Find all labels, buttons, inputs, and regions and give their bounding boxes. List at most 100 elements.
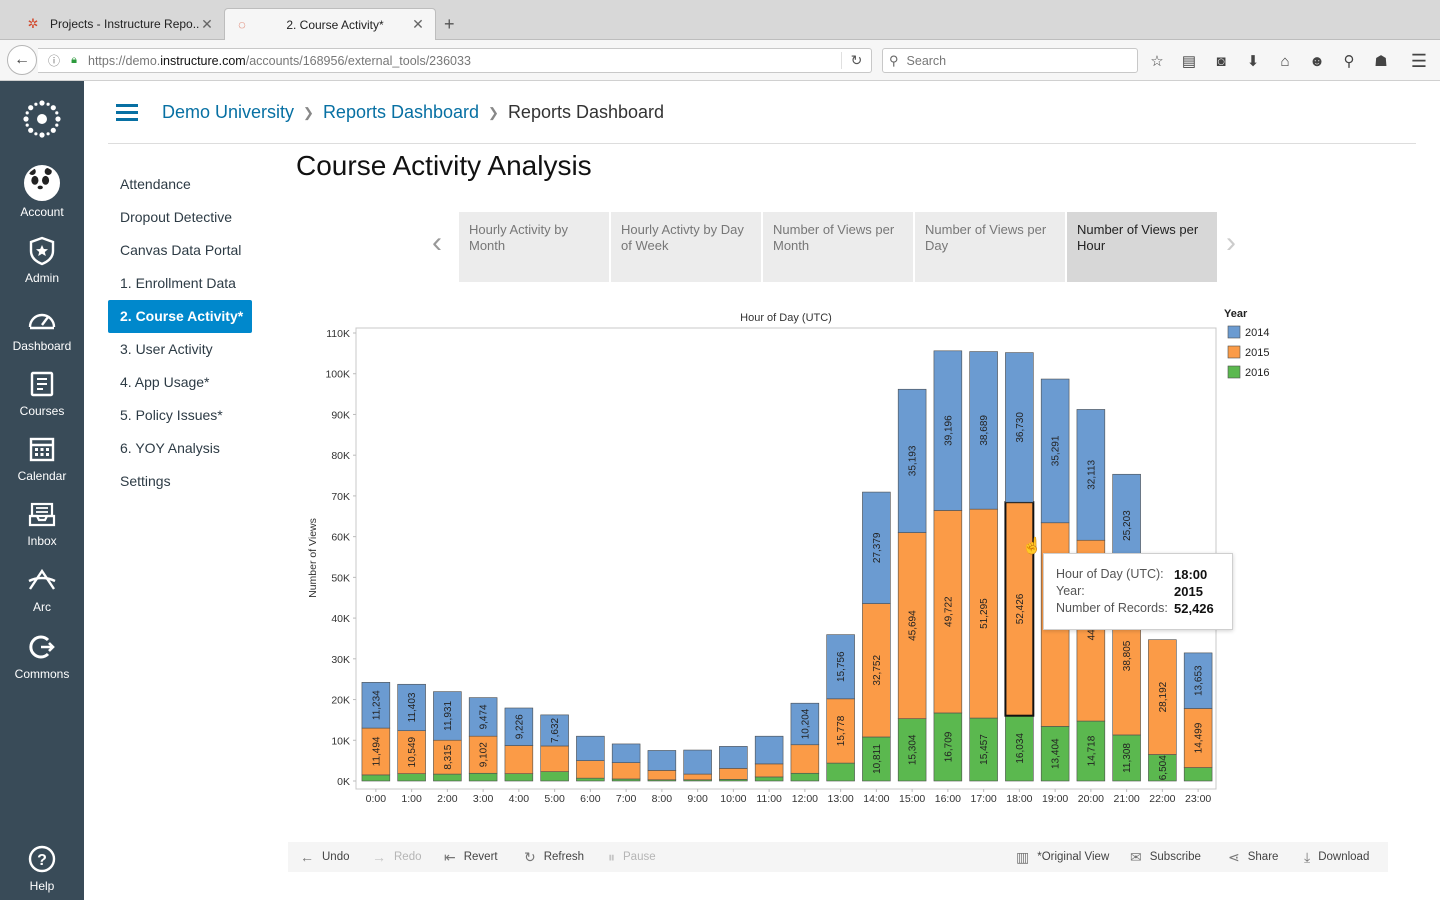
bar-segment-2016[interactable] [576, 777, 605, 782]
bar-segment-2016[interactable] [826, 762, 855, 782]
bar-segment-2014[interactable] [576, 735, 605, 761]
story-tab-views-per-month[interactable]: Number of Views per Month [763, 212, 913, 282]
bar-data-label: 35,291 [1051, 435, 1062, 466]
subscribe-button[interactable]: ✉ Subscribe [1130, 842, 1201, 872]
close-icon[interactable]: ✕ [200, 16, 214, 33]
bar-segment-2015[interactable] [504, 745, 534, 774]
bar-segment-2016[interactable] [754, 776, 784, 782]
bar-segment-2016[interactable] [790, 772, 820, 782]
bookmark-star-icon[interactable]: ☆ [1146, 50, 1168, 72]
y-tick-label: 80K [331, 450, 350, 462]
canvas-logo-icon[interactable] [22, 99, 62, 139]
y-tick-label: 30K [331, 654, 350, 666]
course-menu-toggle-icon[interactable] [116, 104, 138, 122]
course-nav-enrollment-data[interactable]: 1. Enrollment Data [108, 267, 278, 300]
global-nav-calendar[interactable]: Calendar [0, 433, 84, 483]
bar-segment-2016[interactable] [1183, 767, 1213, 782]
bar-segment-2014[interactable] [754, 735, 784, 765]
story-prev-chevron-icon[interactable]: ‹ [432, 226, 442, 260]
lock-icon: 🔒︎ [71, 54, 77, 66]
global-nav-courses[interactable]: Courses [0, 368, 84, 418]
global-nav-commons[interactable]: Commons [0, 631, 84, 681]
course-nav-user-activity[interactable]: 3. User Activity [108, 333, 278, 366]
course-nav-course-activity[interactable]: 2. Course Activity* [108, 300, 252, 333]
url-bar[interactable]: ⓘ 🔒︎ https://demo.instructure.com/accoun… [38, 48, 872, 73]
bar-segment-2016[interactable] [611, 778, 641, 782]
global-nav-account[interactable]: Account [0, 165, 84, 219]
help-icon: ? [26, 843, 58, 875]
bar-segment-2014[interactable] [611, 743, 641, 763]
course-nav-dropout-detective[interactable]: Dropout Detective [108, 201, 278, 234]
bar-segment-2015[interactable] [576, 760, 605, 779]
bar-segment-2016[interactable] [504, 773, 534, 782]
course-nav-attendance[interactable]: Attendance [108, 168, 278, 201]
global-nav-dashboard[interactable]: Dashboard [0, 303, 84, 353]
bar-segment-2015[interactable] [540, 745, 569, 772]
browser-search-input[interactable]: ⚲ Search [882, 48, 1138, 73]
page-title: Course Activity Analysis [296, 150, 592, 181]
bar-data-label: 9,226 [514, 714, 525, 739]
browser-tab-course-activity[interactable]: ◌ 2. Course Activity* ✕ [224, 8, 436, 40]
original-view-button[interactable]: ▥ *Original View [1016, 842, 1109, 872]
course-nav-settings[interactable]: Settings [108, 465, 278, 498]
browser-tab-projects[interactable]: ✲ Projects - Instructure Repo... ✕ [16, 8, 224, 40]
legend-swatch-2015[interactable] [1227, 345, 1241, 359]
story-next-chevron-icon[interactable]: › [1226, 226, 1236, 260]
redo-button[interactable]: → Redo [372, 842, 422, 872]
global-nav-arc[interactable]: Arc [0, 564, 84, 614]
bar-segment-2015[interactable] [719, 768, 748, 780]
course-nav-yoy-analysis[interactable]: 6. YOY Analysis [108, 432, 278, 465]
global-nav-admin[interactable]: Admin [0, 235, 84, 285]
bar-segment-2014[interactable] [683, 749, 712, 775]
bar-segment-2016[interactable] [433, 773, 462, 782]
breadcrumb-reports-dashboard[interactable]: Reports Dashboard [323, 102, 479, 123]
bar-segment-2014[interactable] [719, 746, 748, 769]
story-tab-views-per-hour[interactable]: Number of Views per Hour [1067, 212, 1217, 282]
breadcrumb-demo-university[interactable]: Demo University [162, 102, 294, 123]
download-arrow-icon[interactable]: ⬇ [1242, 50, 1264, 72]
revert-button[interactable]: ⇤ Revert [444, 842, 498, 872]
global-nav-help[interactable]: ? Help [0, 843, 84, 893]
bar-segment-2016[interactable] [468, 772, 498, 782]
bar-segment-2015[interactable] [647, 770, 677, 781]
global-nav-label: Help [29, 879, 55, 893]
close-icon[interactable]: ✕ [411, 16, 425, 33]
bar-segment-2015[interactable] [790, 744, 820, 774]
course-nav-app-usage[interactable]: 4. App Usage* [108, 366, 278, 399]
x-tick-label: 9:00 [687, 793, 708, 805]
bar-segment-2015[interactable] [611, 762, 641, 780]
pause-button[interactable]: ⏸︎ Pause [608, 842, 656, 872]
course-nav-canvas-data-portal[interactable]: Canvas Data Portal [108, 234, 278, 267]
story-tab-hourly-by-month[interactable]: Hourly Activity by Month [459, 212, 609, 282]
back-arrow-icon[interactable]: ← [7, 45, 37, 75]
story-tab-views-per-day[interactable]: Number of Views per Day [915, 212, 1065, 282]
bar-segment-2015[interactable] [683, 773, 712, 781]
url-text[interactable]: https://demo.instructure.com/accounts/16… [82, 54, 841, 68]
calendar-icon [26, 433, 58, 465]
legend-swatch-2014[interactable] [1227, 325, 1241, 339]
bar-segment-2016[interactable] [540, 771, 569, 782]
ghost-extension-icon[interactable]: ☗ [1370, 50, 1392, 72]
bar-segment-2014[interactable] [647, 750, 677, 771]
bar-segment-2015[interactable] [754, 763, 784, 778]
bar-segment-2016[interactable] [397, 773, 426, 782]
bar-data-label: 16,034 [1015, 733, 1026, 764]
download-button[interactable]: ⤓ Download [1304, 842, 1369, 872]
reading-list-icon[interactable]: ▤ [1178, 50, 1200, 72]
chat-bubble-icon[interactable]: ☻ [1306, 50, 1328, 72]
home-icon[interactable]: ⌂ [1274, 50, 1296, 72]
refresh-button[interactable]: ↻ Refresh [524, 842, 584, 872]
reload-icon[interactable]: ↻ [841, 52, 871, 69]
undo-button[interactable]: ← Undo [300, 842, 350, 872]
global-nav-inbox[interactable]: Inbox [0, 498, 84, 548]
pocket-icon[interactable]: ◙ [1210, 50, 1232, 72]
legend-swatch-2016[interactable] [1227, 365, 1241, 379]
browser-menu-icon[interactable]: ☰ [1408, 50, 1430, 72]
new-tab-plus-icon[interactable]: + [444, 14, 455, 35]
story-tab-hourly-by-day-of-week[interactable]: Hourly Activty by Day of Week [611, 212, 761, 282]
bar-segment-2016[interactable] [361, 774, 391, 782]
share-button[interactable]: ⋖ Share [1228, 842, 1278, 872]
course-nav-policy-issues[interactable]: 5. Policy Issues* [108, 399, 278, 432]
pin-icon[interactable]: ⚲ [1338, 50, 1360, 72]
info-icon[interactable]: ⓘ [42, 52, 66, 69]
